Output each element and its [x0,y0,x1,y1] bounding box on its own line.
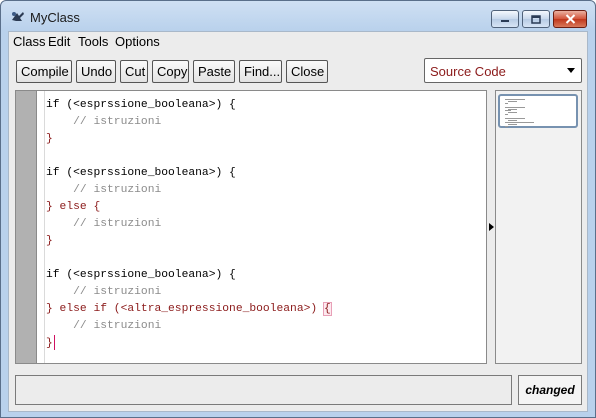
code-line: // istruzioni [46,218,162,230]
code-line: if (<esprssione_booleana>) { [46,99,236,111]
code-line: // istruzioni [46,286,162,298]
code-line: } [46,133,53,145]
code-line: } else if (<altra_espressione_booleana>)… [46,302,332,316]
status-badge: changed [518,375,582,405]
find-button[interactable]: Find... [239,60,282,83]
close-button[interactable]: Close [286,60,328,83]
cut-button[interactable]: Cut [120,60,148,83]
editor-client-area: Class Edit Tools Options Compile Undo Cu… [8,31,588,412]
minimize-button[interactable] [491,10,519,28]
source-editor[interactable]: if (<esprssione_booleana>) { // istruzio… [15,90,487,364]
overview-line [505,110,511,112]
overview-line [507,100,517,102]
view-select-value: Source Code [430,64,506,79]
code-line: } [46,335,331,352]
overview-line [507,123,517,125]
menu-options[interactable]: Options [115,34,160,49]
app-icon [12,12,24,21]
menu-class[interactable]: Class [13,34,46,49]
menu-edit[interactable]: Edit [48,34,70,49]
close-icon [565,14,575,24]
menu-tools[interactable]: Tools [78,34,108,49]
code-line: // istruzioni [46,320,162,332]
split-divider[interactable] [487,90,495,364]
overview-line [505,125,508,127]
code-area[interactable]: if (<esprssione_booleana>) { // istruzio… [46,97,332,352]
overview-line [507,119,517,121]
gutter-margin [37,91,45,363]
close-window-button[interactable] [553,10,587,28]
dropdown-arrow-icon [567,68,575,73]
overview-line [505,121,535,123]
copy-button[interactable]: Copy [152,60,189,83]
split-arrow-icon [489,223,494,231]
paste-button[interactable]: Paste [193,60,235,83]
code-line: } [46,235,53,247]
overview-line [505,106,525,108]
minimize-icon [501,20,509,22]
status-message [15,375,512,405]
code-line: // istruzioni [46,184,162,196]
overview-viewport[interactable] [498,94,578,128]
overview-line [505,114,508,116]
code-line: // istruzioni [46,116,162,128]
overview-line [507,108,517,110]
window-title: MyClass [30,10,80,25]
undo-button[interactable]: Undo [76,60,116,83]
title-bar[interactable]: MyClass [1,1,595,31]
overview-line [505,102,508,104]
overview-line [505,118,525,119]
code-line: if (<esprssione_booleana>) { [46,269,236,281]
view-select[interactable]: Source Code [424,58,582,83]
line-gutter[interactable] [16,91,37,363]
code-line: } else { [46,201,101,213]
application-window: MyClass Class Edit Tools Options Compile… [0,0,596,418]
text-caret [53,335,55,350]
overview-line [505,99,525,100]
code-overview-panel[interactable] [495,90,582,364]
compile-button[interactable]: Compile [16,60,72,83]
matching-bracket: { [322,302,332,316]
maximize-icon [531,14,541,24]
menu-bar: Class Edit Tools Options [9,32,587,51]
maximize-button[interactable] [522,10,550,28]
overview-line [507,112,517,114]
code-line: if (<esprssione_booleana>) { [46,167,236,179]
